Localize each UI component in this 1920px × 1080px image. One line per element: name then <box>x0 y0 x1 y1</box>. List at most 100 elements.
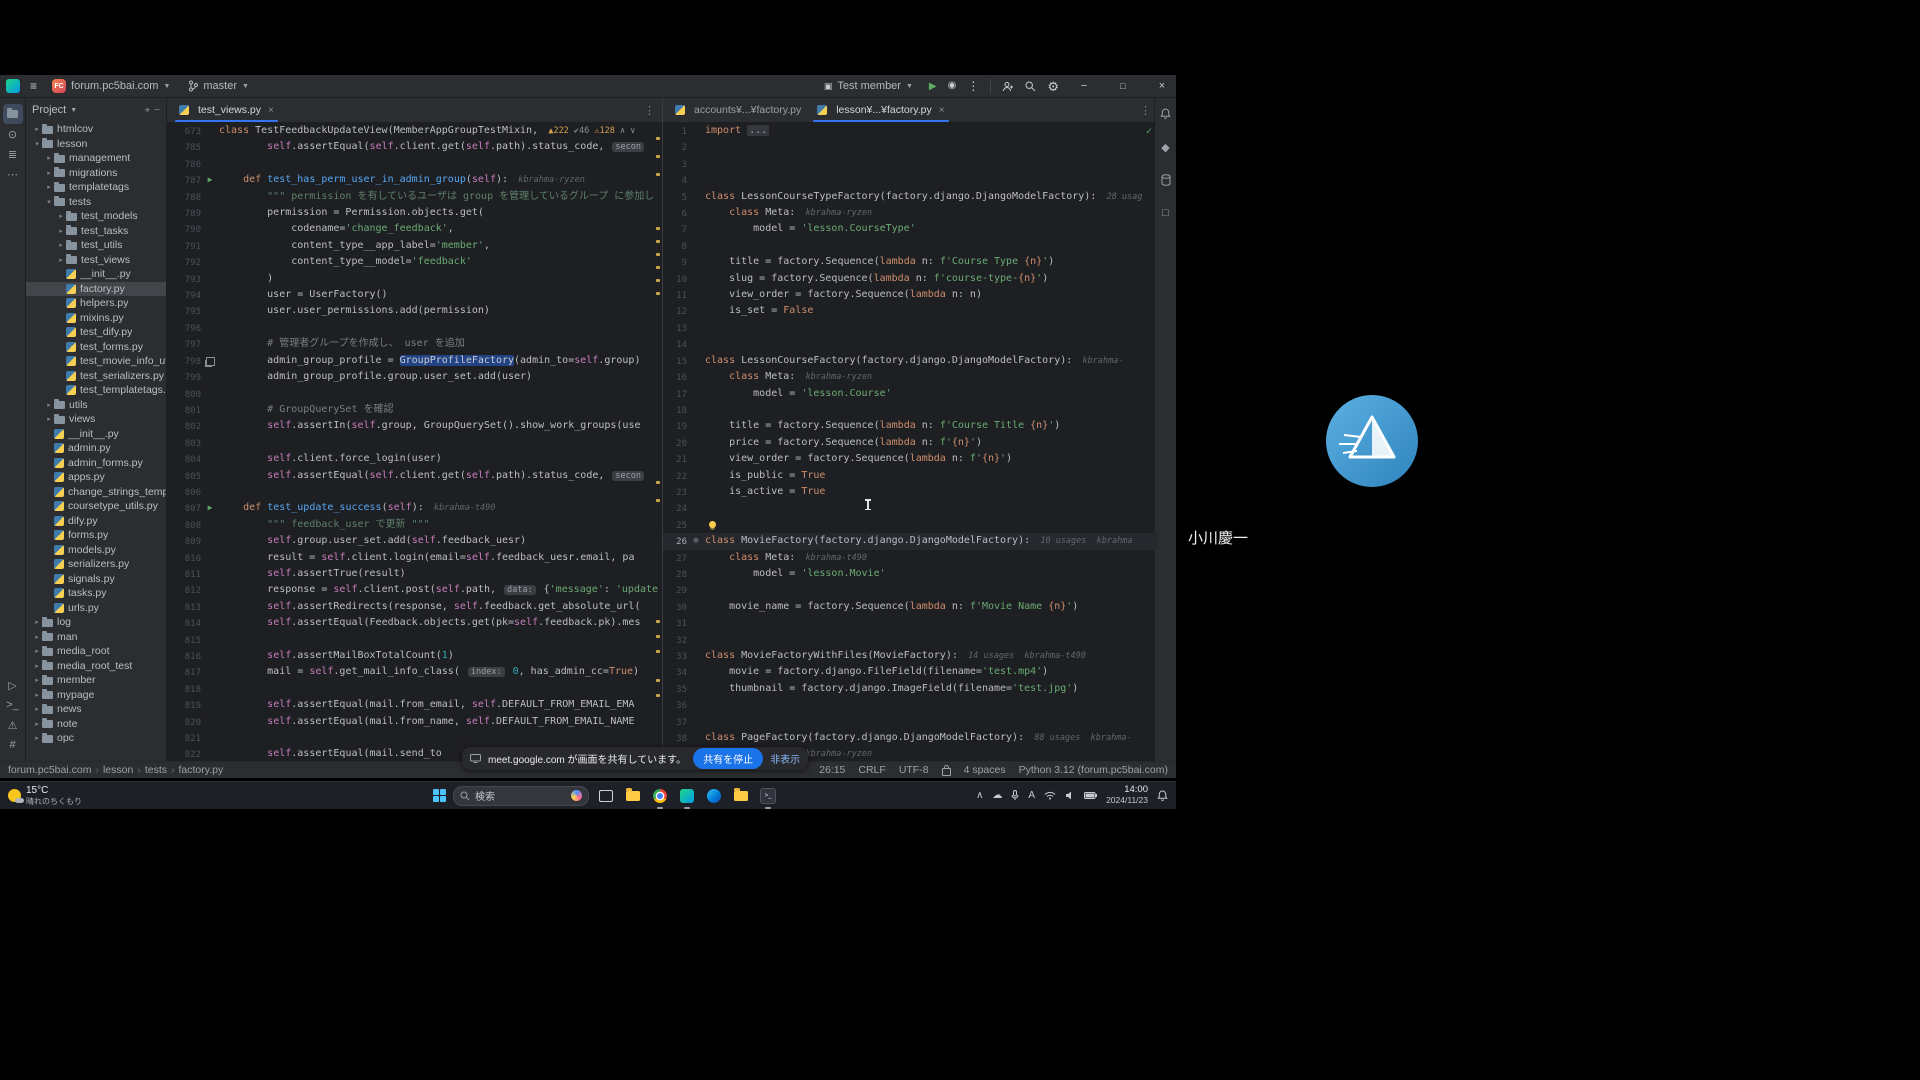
tree-item-htmlcov[interactable]: ▸htmlcov <box>26 122 166 137</box>
tree-item-test_serializers.py[interactable]: test_serializers.py <box>26 369 166 384</box>
chevron-icon[interactable]: ▾ <box>44 198 54 206</box>
hidden-icons-chevron[interactable]: ∧ <box>976 790 983 801</box>
code-line-11[interactable]: 11 view_order = factory.Sequence(lambda … <box>663 287 1158 303</box>
code-line-23[interactable]: 23 is_active = True <box>663 484 1158 500</box>
tree-item-media_root_test[interactable]: ▸media_root_test <box>26 659 166 674</box>
code-line-20[interactable]: 20 price = factory.Sequence(lambda n: f'… <box>663 435 1158 451</box>
chevron-icon[interactable]: ▸ <box>56 241 66 249</box>
file-encoding[interactable]: UTF-8 <box>899 764 929 776</box>
tree-item-dify.py[interactable]: dify.py <box>26 514 166 529</box>
cloud-icon[interactable]: ☁ <box>992 790 1002 801</box>
chevron-icon[interactable]: ▸ <box>32 720 42 728</box>
code-line-19[interactable]: 19 title = factory.Sequence(lambda n: f'… <box>663 418 1158 434</box>
chevron-icon[interactable]: ▸ <box>44 401 54 409</box>
code-line-792[interactable]: 792 content_type__model='feedback' <box>167 254 662 270</box>
code-line-33[interactable]: 33class MovieFactoryWithFiles(MovieFacto… <box>663 648 1158 664</box>
code-line-794[interactable]: 794 user = UserFactory() <box>167 287 662 303</box>
problems-icon[interactable]: ⚠ <box>3 715 23 735</box>
database-icon[interactable] <box>1156 170 1176 190</box>
tree-item-utils[interactable]: ▸utils <box>26 398 166 413</box>
taskbar-edge[interactable] <box>704 786 724 806</box>
taskbar-file-explorer-2[interactable] <box>731 786 751 806</box>
chevron-icon[interactable]: ▸ <box>32 618 42 626</box>
tree-item-test_templatetags.py[interactable]: test_templatetags.py <box>26 383 166 398</box>
breadcrumb-item[interactable]: factory.py <box>179 764 224 776</box>
chevron-icon[interactable]: ▸ <box>44 415 54 423</box>
gutter-icon[interactable]: ⊕ <box>687 533 705 549</box>
code-line-811[interactable]: 811 self.assertTrue(result) <box>167 566 662 582</box>
code-line-7[interactable]: 7 model = 'lesson.CourseType' <box>663 221 1158 237</box>
chevron-down-icon[interactable]: ▼ <box>70 107 77 114</box>
python-interpreter[interactable]: Python 3.12 (forum.pc5bai.com) <box>1019 764 1168 776</box>
chevron-icon[interactable]: ▸ <box>32 676 42 684</box>
branch-widget[interactable]: master ▼ <box>183 78 254 94</box>
code-line-798[interactable]: 798 admin_group_profile = GroupProfileFa… <box>167 353 662 369</box>
tab-options-icon[interactable]: ⋮ <box>637 98 662 122</box>
code-line-814[interactable]: 814 self.assertEqual(Feedback.objects.ge… <box>167 615 662 631</box>
editor-tab[interactable]: lesson¥...¥factory.py× <box>809 98 952 122</box>
code-line-24[interactable]: 24 <box>663 500 1158 516</box>
intention-bulb-icon[interactable] <box>709 521 716 528</box>
tree-item-serializers.py[interactable]: serializers.py <box>26 557 166 572</box>
chevron-icon[interactable]: ▸ <box>56 212 66 220</box>
code-line-22[interactable]: 22 is_public = True <box>663 468 1158 484</box>
code-line-806[interactable]: 806 <box>167 484 662 500</box>
tree-item-test_dify.py[interactable]: test_dify.py <box>26 325 166 340</box>
main-menu-icon[interactable]: ≡ <box>28 79 39 93</box>
code-line-818[interactable]: 818 <box>167 681 662 697</box>
tree-item-test_forms.py[interactable]: test_forms.py <box>26 340 166 355</box>
code-line-809[interactable]: 809 self.group.user_set.add(self.feedbac… <box>167 533 662 549</box>
close-tab-icon[interactable]: × <box>268 105 274 116</box>
code-line-6[interactable]: 6 class Meta: kbrahma-ryzen <box>663 205 1158 221</box>
services-icon[interactable]: # <box>3 735 23 755</box>
chevron-icon[interactable]: ▸ <box>44 183 54 191</box>
tree-item-test_models[interactable]: ▸test_models <box>26 209 166 224</box>
editor-tab[interactable]: test_views.py× <box>171 98 282 122</box>
code-line-34[interactable]: 34 movie = factory.django.FileField(file… <box>663 664 1158 680</box>
code-line-35[interactable]: 35 thumbnail = factory.django.ImageField… <box>663 681 1158 697</box>
chevron-icon[interactable]: ▸ <box>44 154 54 162</box>
code-line-786[interactable]: 786 <box>167 156 662 172</box>
tree-item-opc[interactable]: ▸opc <box>26 731 166 746</box>
code-line-18[interactable]: 18 <box>663 402 1158 418</box>
code-line-673[interactable]: 673class TestFeedbackUpdateView(MemberAp… <box>167 123 662 139</box>
code-line-789[interactable]: 789 permission = Permission.objects.get( <box>167 205 662 221</box>
notifications-bell-icon[interactable] <box>1157 790 1168 802</box>
code-line-12[interactable]: 12 is_set = False <box>663 303 1158 319</box>
chevron-icon[interactable]: ▸ <box>32 647 42 655</box>
mic-icon[interactable] <box>1011 790 1019 801</box>
taskbar-search[interactable]: 検索 <box>453 786 589 806</box>
code-line-9[interactable]: 9 title = factory.Sequence(lambda n: f'C… <box>663 254 1158 270</box>
tree-item-test_utils[interactable]: ▸test_utils <box>26 238 166 253</box>
tree-item-member[interactable]: ▸member <box>26 673 166 688</box>
breadcrumb-item[interactable]: forum.pc5bai.com <box>8 764 91 776</box>
close-tab-icon[interactable]: × <box>939 105 945 116</box>
code-line-21[interactable]: 21 view_order = factory.Sequence(lambda … <box>663 451 1158 467</box>
tree-item-management[interactable]: ▸management <box>26 151 166 166</box>
close-button[interactable]: × <box>1148 75 1176 97</box>
code-line-4[interactable]: 4 <box>663 172 1158 188</box>
code-line-797[interactable]: 797 # 管理者グループを作成し、 user を追加 <box>167 336 662 352</box>
tree-item-tasks.py[interactable]: tasks.py <box>26 586 166 601</box>
code-line-26[interactable]: 26⊕class MovieFactory(factory.django.Dja… <box>663 533 1158 549</box>
notifications-icon[interactable] <box>1156 104 1176 124</box>
inspection-ok-icon[interactable]: ✓ <box>1146 126 1152 137</box>
tree-item-man[interactable]: ▸man <box>26 630 166 645</box>
code-line-32[interactable]: 32 <box>663 632 1158 648</box>
run-button[interactable]: ▶ <box>929 81 937 92</box>
code-line-800[interactable]: 800 <box>167 386 662 402</box>
read-only-lock-icon[interactable] <box>942 768 951 776</box>
code-line-785[interactable]: 785 self.assertEqual(self.client.get(sel… <box>167 139 662 155</box>
tree-item-signals.py[interactable]: signals.py <box>26 572 166 587</box>
code-line-807[interactable]: 807▶ def test_update_success(self): kbra… <box>167 500 662 516</box>
code-line-36[interactable]: 36 <box>663 697 1158 713</box>
run-test-icon[interactable]: ▶ <box>201 172 219 188</box>
taskbar-pycharm[interactable] <box>677 786 697 806</box>
chevron-icon[interactable]: ▸ <box>44 169 54 177</box>
tree-item-factory.py[interactable]: factory.py <box>26 282 166 297</box>
code-line-816[interactable]: 816 self.assertMailBoxTotalCount(1) <box>167 648 662 664</box>
coverage-button[interactable]: ◉ <box>948 81 957 91</box>
code-line-817[interactable]: 817 mail = self.get_mail_info_class( ind… <box>167 664 662 680</box>
code-line-819[interactable]: 819 self.assertEqual(mail.from_email, se… <box>167 697 662 713</box>
code-line-31[interactable]: 31 <box>663 615 1158 631</box>
